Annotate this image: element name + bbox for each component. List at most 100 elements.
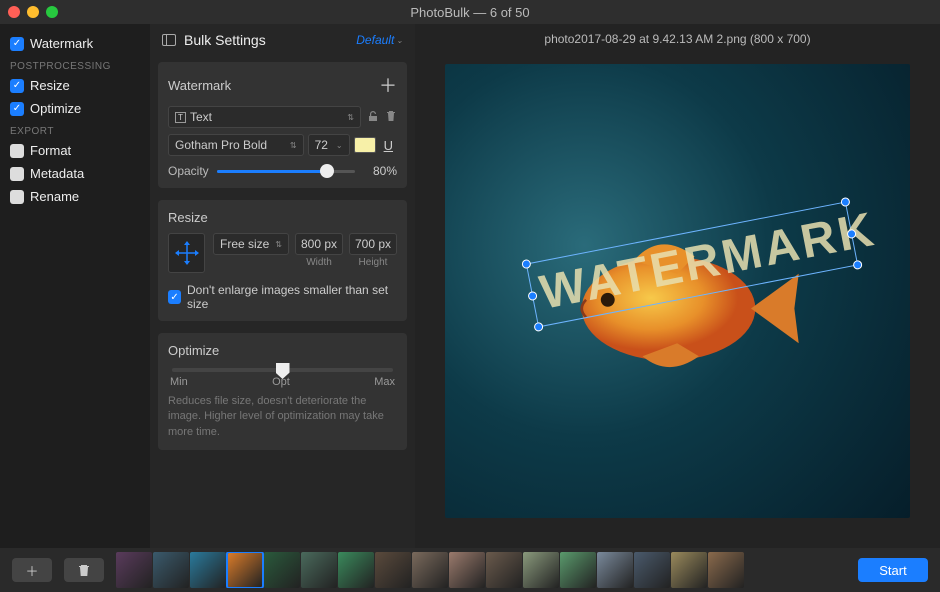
optimize-slider[interactable] xyxy=(172,368,393,372)
thumbnail[interactable] xyxy=(560,552,596,588)
window-title: PhotoBulk — 6 of 50 xyxy=(410,5,529,20)
sidebar-item-rename[interactable]: Rename xyxy=(0,185,150,208)
thumbnail[interactable] xyxy=(301,552,337,588)
height-input[interactable]: 700 px xyxy=(349,233,397,255)
preview-area: photo2017-08-29 at 9.42.13 AM 2.png (800… xyxy=(415,24,940,548)
preview-canvas[interactable]: WATERMARK xyxy=(445,64,910,518)
resize-mode-label: Free size xyxy=(220,237,269,251)
slider-thumb[interactable] xyxy=(320,164,334,178)
add-watermark-button[interactable]: ＋ xyxy=(379,72,397,98)
sidebar: ✓ Watermark POSTPROCESSING ✓ Resize ✓ Op… xyxy=(0,24,150,548)
resize-mode-selector[interactable]: Free size ⇅ xyxy=(213,233,289,255)
thumbnail[interactable] xyxy=(597,552,633,588)
preset-label: Default xyxy=(356,33,394,47)
thumbnail[interactable] xyxy=(375,552,411,588)
sidebar-item-format[interactable]: Format xyxy=(0,139,150,162)
chevron-updown-icon: ⇅ xyxy=(275,240,282,249)
thumbnail[interactable] xyxy=(523,552,559,588)
thumbnail[interactable] xyxy=(190,552,226,588)
watermark-panel: Watermark ＋ T Text ⇅ Gotham Pro Bold xyxy=(158,62,407,188)
resize-panel: Resize Free size ⇅ 800 px Widt xyxy=(158,200,407,321)
width-input[interactable]: 800 px xyxy=(295,233,343,255)
checkbox-icon[interactable] xyxy=(10,190,24,204)
thumbnail-strip[interactable] xyxy=(116,552,846,588)
trash-icon[interactable] xyxy=(385,110,397,125)
thumbnail[interactable] xyxy=(449,552,485,588)
checkbox-icon[interactable]: ✓ xyxy=(10,37,24,51)
text-type-icon: T xyxy=(175,112,186,123)
section-label-postprocessing: POSTPROCESSING xyxy=(0,55,150,74)
sidebar-item-optimize[interactable]: ✓ Optimize xyxy=(0,97,150,120)
font-label: Gotham Pro Bold xyxy=(175,138,267,152)
sidebar-item-resize[interactable]: ✓ Resize xyxy=(0,74,150,97)
thumbnail[interactable] xyxy=(412,552,448,588)
checkbox-icon[interactable]: ✓ xyxy=(10,102,24,116)
preset-selector[interactable]: Default ⌄ xyxy=(356,33,403,47)
settings-header: Bulk Settings Default ⌄ xyxy=(150,24,415,56)
checkbox-icon[interactable]: ✓ xyxy=(10,79,24,93)
resize-handle[interactable] xyxy=(852,260,863,271)
width-label: Width xyxy=(306,257,332,268)
thumbnail[interactable] xyxy=(486,552,522,588)
opacity-slider[interactable] xyxy=(217,170,355,173)
sidebar-item-label: Rename xyxy=(30,189,79,204)
settings-title: Bulk Settings xyxy=(184,32,266,48)
thumbnail[interactable] xyxy=(227,552,263,588)
dont-enlarge-label: Don't enlarge images smaller than set si… xyxy=(187,283,397,311)
watermark-type-label: Text xyxy=(190,110,212,124)
add-images-button[interactable]: ＋ xyxy=(12,558,52,582)
font-selector[interactable]: Gotham Pro Bold ⇅ xyxy=(168,134,304,156)
chevron-down-icon: ⌄ xyxy=(336,141,343,150)
sidebar-item-label: Metadata xyxy=(30,166,84,181)
thumbnail[interactable] xyxy=(153,552,189,588)
traffic-lights xyxy=(8,6,58,18)
panel-title: Watermark xyxy=(168,78,231,93)
sidebar-item-watermark[interactable]: ✓ Watermark xyxy=(0,32,150,55)
checkbox-icon[interactable] xyxy=(10,167,24,181)
thumbnail[interactable] xyxy=(264,552,300,588)
sidebar-item-label: Resize xyxy=(30,78,70,93)
sidebar-item-label: Optimize xyxy=(30,101,81,116)
color-swatch[interactable] xyxy=(354,137,376,153)
panel-title: Optimize xyxy=(168,343,219,358)
optimize-panel: Optimize Min Opt Max Reduces file size, … xyxy=(158,333,407,450)
opacity-label: Opacity xyxy=(168,164,209,178)
close-window-button[interactable] xyxy=(8,6,20,18)
titlebar: PhotoBulk — 6 of 50 xyxy=(0,0,940,24)
optimize-min-label: Min xyxy=(170,376,188,388)
start-button-label: Start xyxy=(879,563,906,578)
font-size-value: 72 xyxy=(315,138,328,152)
sidebar-item-metadata[interactable]: Metadata xyxy=(0,162,150,185)
sidebar-item-label: Watermark xyxy=(30,36,93,51)
minimize-window-button[interactable] xyxy=(27,6,39,18)
section-label-export: EXPORT xyxy=(0,120,150,139)
sidebar-item-label: Format xyxy=(30,143,71,158)
dont-enlarge-checkbox[interactable]: ✓ xyxy=(168,290,181,304)
delete-image-button[interactable] xyxy=(64,558,104,582)
start-button[interactable]: Start xyxy=(858,558,928,582)
watermark-type-selector[interactable]: T Text ⇅ xyxy=(168,106,361,128)
thumbnail[interactable] xyxy=(671,552,707,588)
chevron-updown-icon: ⇅ xyxy=(347,113,354,122)
panel-title: Resize xyxy=(168,210,208,225)
resize-handle[interactable] xyxy=(533,322,544,333)
thumbnail[interactable] xyxy=(708,552,744,588)
unlock-icon[interactable] xyxy=(367,110,379,125)
zoom-window-button[interactable] xyxy=(46,6,58,18)
underline-button[interactable]: U xyxy=(380,138,397,153)
thumbnail[interactable] xyxy=(116,552,152,588)
opacity-value: 80% xyxy=(363,164,397,178)
chevron-updown-icon: ⇅ xyxy=(290,141,297,150)
thumbnail[interactable] xyxy=(634,552,670,588)
checkbox-icon[interactable] xyxy=(10,144,24,158)
font-size-input[interactable]: 72 ⌄ xyxy=(308,134,350,156)
optimize-description: Reduces file size, doesn't deteriorate t… xyxy=(168,394,397,440)
footer: ＋ Start xyxy=(0,548,940,592)
thumbnail[interactable] xyxy=(338,552,374,588)
settings-column: Bulk Settings Default ⌄ Watermark ＋ T Te… xyxy=(150,24,415,548)
resize-mode-icon[interactable] xyxy=(168,233,205,273)
height-label: Height xyxy=(359,257,388,268)
chevron-down-icon: ⌄ xyxy=(396,36,403,45)
bulk-settings-icon xyxy=(162,34,176,46)
optimize-opt-label: Opt xyxy=(272,376,290,388)
